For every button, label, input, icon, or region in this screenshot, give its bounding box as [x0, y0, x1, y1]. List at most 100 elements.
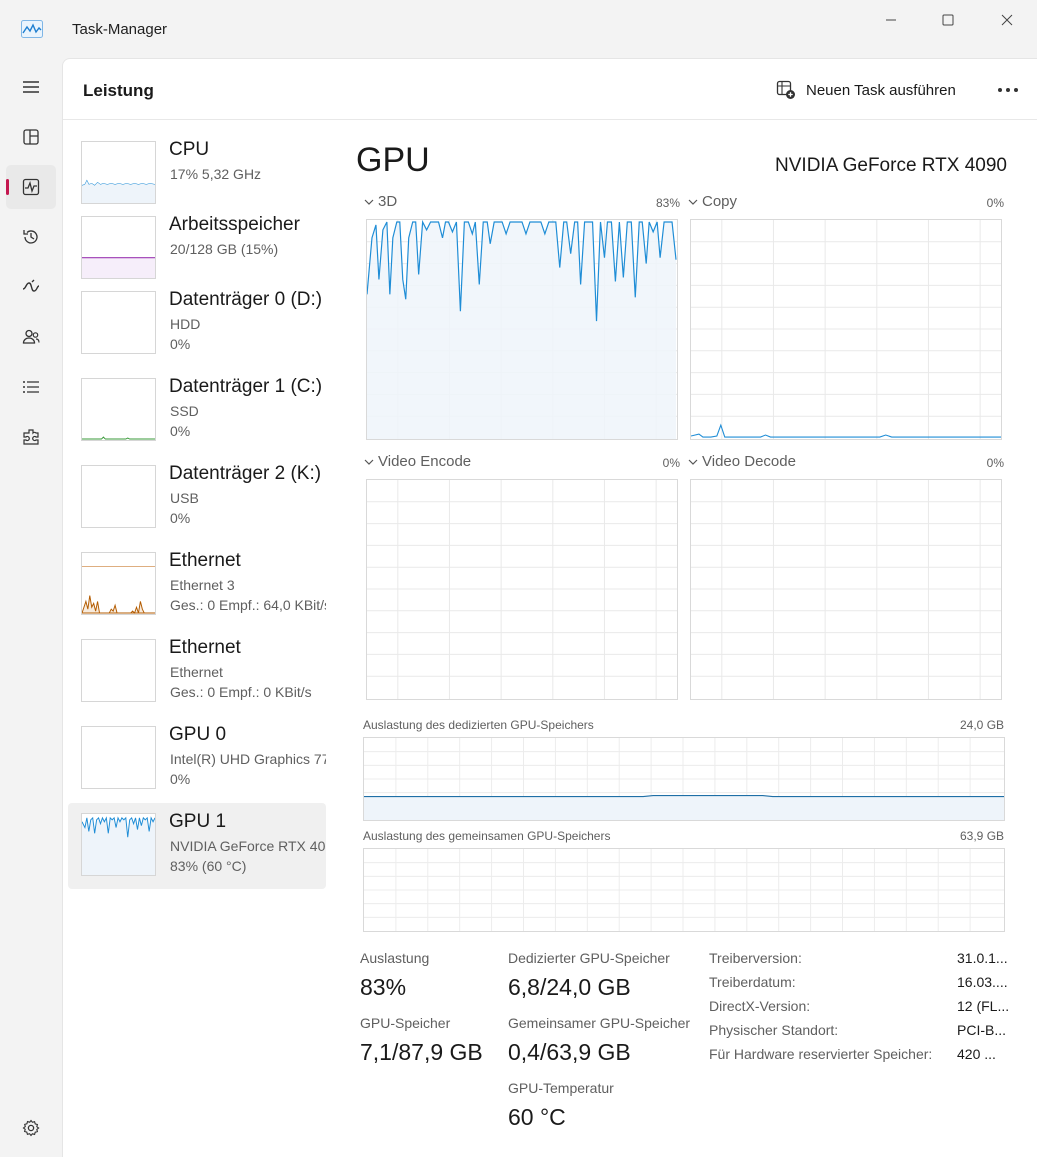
graph-3d	[366, 219, 678, 440]
gpu-title: GPU	[356, 141, 430, 179]
gpu-memory-value: 7,1/87,9 GB	[360, 1039, 483, 1065]
disk-1-thumbnail-graph	[81, 378, 156, 441]
run-new-task-label: Neuen Task ausführen	[806, 81, 956, 99]
menu-icon	[23, 81, 39, 93]
device-name: GPU 0	[169, 724, 227, 745]
shared-memory-label: Auslastung des gemeinsamen GPU-Speichers	[363, 829, 611, 843]
gpu-model-name: NVIDIA GeForce RTX 4090	[775, 155, 1007, 176]
nav-app-history[interactable]	[6, 215, 56, 259]
device-name: Ethernet	[169, 637, 241, 658]
dedicated-label: Dedizierter GPU-Speicher	[508, 950, 670, 966]
engine-label: Video Encode	[378, 453, 472, 470]
device-gpu-1[interactable]: GPU 1 NVIDIA GeForce RTX 4090 83% (60 °C…	[68, 803, 326, 889]
details-icon	[23, 381, 39, 393]
device-type: HDD	[170, 316, 201, 332]
navigation-rail	[0, 58, 62, 1157]
close-icon	[1001, 14, 1013, 26]
new-task-icon	[776, 80, 795, 99]
dedicated-memory-max: 24,0 GB	[960, 718, 1005, 732]
device-detail: 20/128 GB (15%)	[170, 241, 279, 257]
device-memory[interactable]: Arbeitsspeicher 20/128 GB (15%)	[68, 206, 326, 292]
shared-label: Gemeinsamer GPU-Speicher	[508, 1015, 691, 1031]
device-ethernet-3[interactable]: Ethernet Ethernet 3 Ges.: 0 Empf.: 64,0 …	[68, 542, 326, 628]
dedicated-value: 6,8/24,0 GB	[508, 974, 631, 1000]
nav-settings[interactable]	[6, 1106, 56, 1150]
device-ethernet[interactable]: Ethernet Ethernet Ges.: 0 Empf.: 0 KBit/…	[68, 629, 326, 715]
directx-version-key: DirectX-Version:	[709, 998, 811, 1014]
run-new-task-button[interactable]: Neuen Task ausführen	[776, 77, 956, 103]
gpu-model: NVIDIA GeForce RTX 4090	[170, 838, 326, 854]
nav-details[interactable]	[6, 365, 56, 409]
device-disk-1[interactable]: Datenträger 1 (C:) SSD 0%	[68, 368, 326, 454]
adapter-name: Ethernet	[170, 664, 223, 680]
task-manager-app-icon	[21, 20, 43, 38]
engine-selector-video-decode[interactable]: Video Decode	[688, 453, 796, 470]
chevron-down-icon	[688, 459, 698, 465]
directx-version-value: 12 (FL...	[957, 998, 1010, 1014]
dedicated-memory-label: Auslastung des dedizierten GPU-Speichers	[363, 718, 594, 732]
gpu-memory-label: GPU-Speicher	[360, 1015, 451, 1031]
nav-services[interactable]	[6, 415, 56, 459]
graph-video-decode	[690, 479, 1002, 700]
shared-memory-graph	[363, 848, 1005, 932]
more-icon	[998, 88, 1018, 92]
app-history-icon	[23, 230, 38, 244]
device-name: Datenträger 1 (C:)	[169, 376, 323, 397]
chevron-down-icon	[688, 199, 698, 205]
minimize-icon	[886, 19, 896, 21]
nav-processes[interactable]	[6, 115, 56, 159]
engine-label: Copy	[702, 193, 738, 210]
close-button[interactable]	[984, 10, 1030, 30]
engine-selector-copy[interactable]: Copy	[688, 193, 737, 210]
page-title: Leistung	[83, 81, 154, 100]
physical-location-key: Physischer Standort:	[709, 1022, 839, 1038]
device-name: GPU 1	[169, 811, 227, 832]
shared-memory-max: 63,9 GB	[960, 829, 1005, 843]
graph-video-encode	[366, 479, 678, 700]
main-panel: Leistung Neuen Task ausführen CPU 17% 5,…	[62, 58, 1037, 1157]
maximize-icon	[942, 14, 954, 26]
ethernet-3-thumbnail-graph	[81, 552, 156, 615]
settings-icon	[22, 1119, 40, 1137]
physical-location-value: PCI-B...	[957, 1022, 1007, 1038]
more-options-button[interactable]	[993, 77, 1023, 103]
nav-performance[interactable]	[6, 165, 56, 209]
temperature-label: GPU-Temperatur	[508, 1080, 614, 1096]
engine-percent: 0%	[986, 196, 1004, 210]
engine-percent: 0%	[662, 456, 680, 470]
driver-version-key: Treiberversion:	[709, 950, 802, 966]
device-disk-2[interactable]: Datenträger 2 (K:) USB 0%	[68, 455, 326, 541]
engine-percent: 0%	[986, 456, 1004, 470]
nav-users[interactable]	[6, 315, 56, 359]
device-usage: 83% (60 °C)	[170, 858, 247, 874]
engine-selector-video-encode[interactable]: Video Encode	[364, 453, 471, 470]
device-name: Ethernet	[169, 550, 241, 571]
device-gpu-0[interactable]: GPU 0 Intel(R) UHD Graphics 770 0%	[68, 716, 326, 802]
driver-version-value: 31.0.1...	[957, 950, 1008, 966]
device-usage: 0%	[170, 771, 191, 787]
menu-button[interactable]	[6, 65, 56, 109]
device-usage: 0%	[170, 510, 191, 526]
nav-startup-apps[interactable]	[6, 265, 56, 309]
minimize-button[interactable]	[868, 10, 914, 30]
device-name: CPU	[169, 139, 210, 160]
driver-date-key: Treiberdatum:	[709, 974, 796, 990]
disk-0-thumbnail-graph	[81, 291, 156, 354]
engine-selector-3d[interactable]: 3D	[364, 193, 397, 210]
maximize-button[interactable]	[925, 10, 971, 30]
device-usage: 0%	[170, 423, 191, 439]
adapter-name: Ethernet 3	[170, 577, 235, 593]
cpu-thumbnail-graph	[81, 141, 156, 204]
device-type: USB	[170, 490, 199, 506]
startup-icon	[22, 279, 40, 292]
device-name: Arbeitsspeicher	[169, 214, 300, 235]
utilization-value: 83%	[360, 974, 407, 1000]
gpu-model: Intel(R) UHD Graphics 770	[170, 751, 326, 767]
engine-label: Video Decode	[702, 453, 796, 470]
device-disk-0[interactable]: Datenträger 0 (D:) HDD 0%	[68, 281, 326, 367]
window-title: Task-Manager	[72, 21, 168, 38]
engine-label: 3D	[378, 193, 398, 210]
device-cpu[interactable]: CPU 17% 5,32 GHz	[68, 131, 326, 217]
performance-icon	[22, 178, 40, 196]
chevron-down-icon	[364, 459, 374, 465]
